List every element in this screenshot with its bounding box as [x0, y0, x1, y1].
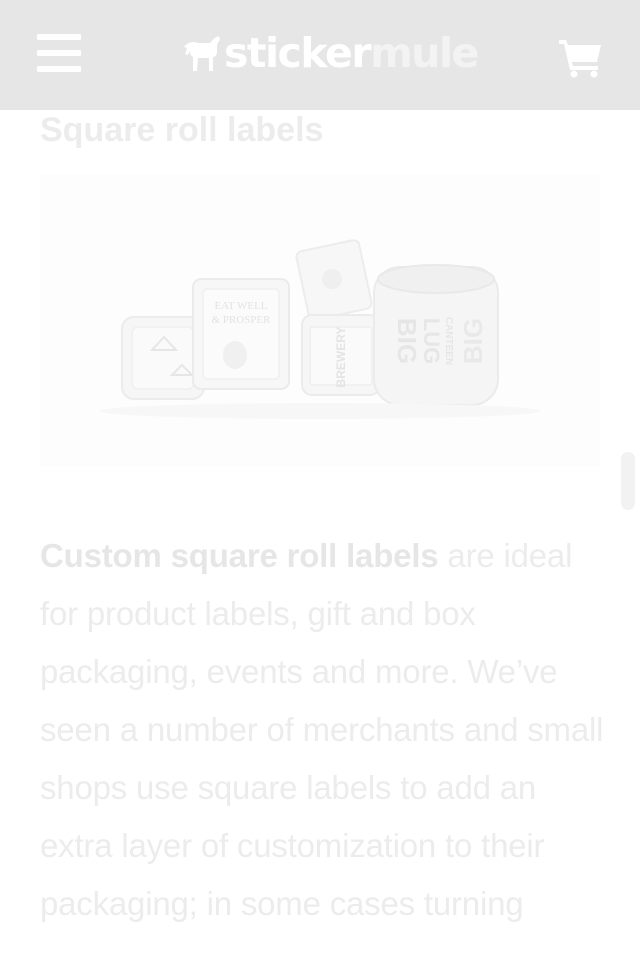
label-text-prosper: & PROSPER	[212, 314, 272, 326]
hamburger-menu-icon[interactable]	[37, 34, 81, 72]
menu-line	[37, 66, 81, 72]
logo-text-sticker: sticker	[224, 28, 372, 77]
eat-well-label-roll: EAT WELL & PROSPER	[192, 278, 290, 390]
label-text-big-2: BIG	[458, 318, 488, 364]
tilted-label-roll	[295, 239, 373, 321]
brewery-label-roll: BREWERY	[301, 314, 381, 396]
logo-text-mule: mule	[370, 28, 479, 77]
mule-logo-icon	[184, 36, 220, 71]
big-lug-label-roll: BIG LUG CANTEEN BIG	[373, 264, 499, 406]
body-paragraph-text: are ideal for product labels, gift and b…	[40, 537, 604, 922]
label-text-canteen: CANTEEN	[443, 317, 454, 365]
stickermule-logo[interactable]: sticker mule	[180, 28, 479, 77]
top-navigation-bar: sticker mule	[0, 0, 640, 110]
scrollbar-thumb[interactable]	[621, 452, 635, 510]
menu-line	[37, 50, 81, 56]
section-title: Square roll labels	[40, 111, 324, 149]
body-highlight-text: Custom square roll labels	[40, 537, 439, 574]
square-roll-labels-image: EAT WELL & PROSPER BREWERY BIG LUG CANTE…	[100, 239, 540, 419]
product-image: EAT WELL & PROSPER BREWERY BIG LUG CANTE…	[40, 175, 600, 467]
label-text-eatwell: EAT WELL	[214, 300, 267, 312]
shopping-cart-icon[interactable]	[557, 36, 603, 78]
label-text-big: BIG	[392, 318, 422, 364]
menu-line	[37, 34, 81, 40]
body-paragraph: Custom square roll labels are ideal for …	[40, 527, 610, 933]
label-text-brewery: BREWERY	[334, 327, 348, 388]
small-label-roll	[121, 316, 205, 400]
label-text-lug: LUG	[419, 318, 444, 364]
